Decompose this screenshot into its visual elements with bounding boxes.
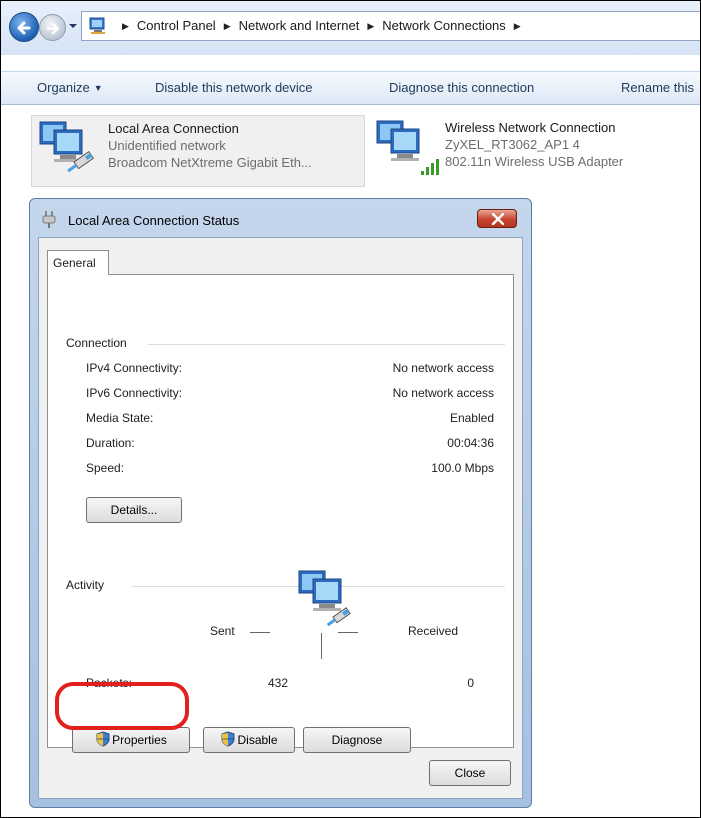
close-button[interactable]: Close: [429, 760, 511, 786]
uac-shield-icon: [221, 731, 235, 747]
organize-label: Organize: [37, 80, 90, 95]
disable-button[interactable]: Disable: [203, 727, 295, 753]
back-button[interactable]: [9, 12, 39, 42]
row-value: Enabled: [449, 411, 494, 425]
dialog-title: Local Area Connection Status: [68, 213, 240, 228]
ipv6-connectivity-row: IPv6 Connectivity: No network access: [86, 386, 494, 404]
breadcrumb-arrow-icon[interactable]: ▶: [367, 21, 374, 32]
breadcrumb-arrow-icon: ▶: [122, 21, 129, 31]
packets-received-value: 0: [467, 676, 474, 690]
media-state-row: Media State: Enabled: [86, 411, 494, 429]
breadcrumb-network-connections[interactable]: Network Connections: [382, 18, 506, 33]
network-folder-icon: [89, 17, 105, 34]
row-label: IPv6 Connectivity:: [86, 386, 183, 400]
breadcrumb-arrow-icon[interactable]: ▶: [224, 21, 231, 32]
received-dash: [338, 632, 358, 633]
row-label: Media State:: [86, 411, 154, 425]
wireless-network-icon: [376, 120, 439, 175]
sent-label: Sent: [210, 624, 235, 638]
close-icon: [491, 213, 505, 225]
forward-arrow-icon: [46, 22, 60, 35]
group-divider: [148, 344, 505, 345]
adapter-status: ZyXEL_RT3062_AP1 4: [445, 137, 580, 152]
diagnose-connection-button[interactable]: Diagnose this connection: [389, 80, 534, 95]
network-plug-icon: [42, 211, 56, 228]
row-value: 00:04:36: [447, 436, 494, 450]
speed-row: Speed: 100.0 Mbps: [86, 461, 494, 479]
properties-highlight-ring: [55, 682, 189, 730]
address-box[interactable]: ▶ Control Panel ▶ Network and Internet ▶ Netw…: [81, 11, 700, 41]
uac-shield-icon: [96, 731, 110, 747]
network-activity-icon: [298, 570, 351, 627]
wired-network-icon: [39, 121, 95, 173]
screenshot-frame: ▶ Control Panel ▶ Network and Internet ▶ Netw…: [0, 0, 701, 818]
recent-pages-dropdown-icon[interactable]: [68, 21, 78, 31]
row-label: Duration:: [86, 436, 135, 450]
breadcrumb-control-panel[interactable]: Control Panel: [137, 18, 216, 33]
organize-menu[interactable]: Organize ▼: [37, 80, 103, 95]
activity-group-label: Activity: [66, 578, 111, 592]
disable-label: Disable: [237, 733, 278, 747]
adapter-device: 802.11n Wireless USB Adapter: [445, 154, 624, 169]
general-tab-panel: Connection IPv4 Connectivity: No network…: [47, 274, 514, 748]
rename-button[interactable]: Rename this: [621, 80, 694, 95]
adapter-wifi-text: Wireless Network Connection ZyXEL_RT3062…: [445, 119, 623, 170]
row-value: 100.0 Mbps: [431, 461, 494, 475]
duration-row: Duration: 00:04:36: [86, 436, 494, 454]
breadcrumb-arrow-icon[interactable]: ▶: [514, 21, 521, 32]
disable-device-button[interactable]: Disable this network device: [155, 80, 313, 95]
tab-general[interactable]: General: [47, 250, 109, 275]
adapter-lan-text: Local Area Connection Unidentified netwo…: [108, 120, 312, 171]
adapter-name: Local Area Connection: [108, 121, 239, 136]
adapter-device: Broadcom NetXtreme Gigabit Eth...: [108, 155, 312, 170]
address-bar-area: ▶ Control Panel ▶ Network and Internet ▶ Netw…: [1, 1, 700, 55]
row-label: IPv4 Connectivity:: [86, 361, 183, 375]
chevron-down-icon: ▼: [93, 83, 103, 93]
breadcrumb-network-and-internet[interactable]: Network and Internet: [239, 18, 360, 33]
adapter-local-area-connection[interactable]: Local Area Connection Unidentified netwo…: [31, 115, 365, 187]
adapter-name: Wireless Network Connection: [445, 120, 616, 135]
ipv4-connectivity-row: IPv4 Connectivity: No network access: [86, 361, 494, 379]
forward-button[interactable]: [39, 14, 66, 41]
activity-divider: [321, 633, 322, 659]
packets-sent-value: 432: [267, 676, 288, 690]
properties-button[interactable]: Properties: [72, 727, 190, 753]
row-value: No network access: [392, 386, 494, 400]
details-button[interactable]: Details...: [86, 497, 182, 523]
received-label: Received: [408, 624, 459, 638]
connection-group-label: Connection: [66, 336, 133, 350]
properties-label: Properties: [112, 733, 167, 747]
breadcrumb: ▶ Control Panel ▶ Network and Internet ▶ Netw…: [114, 18, 529, 33]
back-arrow-icon: [17, 21, 31, 35]
row-value: No network access: [392, 361, 494, 375]
adapter-wireless-network-connection[interactable]: Wireless Network Connection ZyXEL_RT3062…: [371, 115, 700, 187]
dialog-close-button[interactable]: [477, 209, 517, 228]
row-label: Speed:: [86, 461, 125, 475]
adapter-status: Unidentified network: [108, 138, 226, 153]
command-toolbar: Organize ▼ Disable this network device Di…: [1, 71, 700, 105]
sent-dash: [250, 632, 270, 633]
diagnose-button[interactable]: Diagnose: [303, 727, 411, 753]
